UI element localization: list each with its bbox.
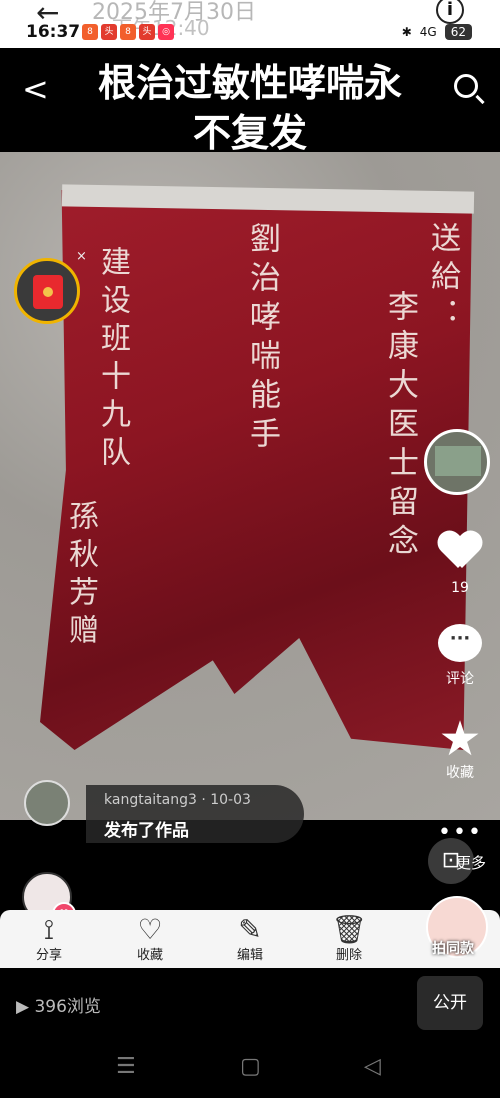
banner-text: 建设班十九队 — [95, 246, 130, 474]
red-packet-button[interactable] — [14, 258, 80, 324]
top-header: < 根治过敏性哮喘永 不复发 — [0, 48, 500, 155]
info-icon: i — [436, 0, 464, 24]
red-envelope-icon — [33, 275, 63, 309]
back-nav-icon[interactable]: ◁ — [364, 1054, 381, 1079]
publisher-username: kangtaitang3 · 10-03 — [104, 792, 251, 808]
comment-button[interactable]: ··· 评论 — [430, 624, 490, 688]
banner-text: 李康大医士留念 — [382, 290, 418, 563]
like-button[interactable]: 19 — [430, 532, 490, 596]
views-count: ▶ 396浏览 — [16, 997, 101, 1017]
status-bar: ← 2025年7月30日 下午12:40 i 16:37 8 头 8 头 ◎ ✱… — [0, 0, 500, 48]
back-icon[interactable]: < — [22, 70, 49, 108]
page-title-line2: 不复发 — [192, 111, 307, 155]
close-icon[interactable]: × — [76, 249, 87, 264]
app-icon: 8 — [120, 24, 136, 40]
bluetooth-icon: ✱ — [401, 25, 412, 39]
views-text: 396浏览 — [34, 997, 101, 1017]
notification-icons: 8 头 8 头 ◎ — [82, 24, 174, 40]
home-icon[interactable]: ▢ — [240, 1054, 261, 1079]
signal-icon: 4G — [419, 25, 437, 39]
banner-text: 孫秋芳赠 — [63, 500, 98, 652]
share-label: 分享 — [35, 948, 62, 963]
star-icon: ★ — [438, 711, 482, 767]
comment-label: 评论 — [446, 671, 474, 687]
share-button[interactable]: ⟟ 分享 — [14, 910, 84, 963]
collect-button[interactable]: ★ 收藏 — [430, 711, 490, 782]
banner-text: 送給： — [425, 222, 460, 336]
more-label: 更多 — [456, 854, 487, 872]
action-bar: ⟟ 分享 ♡ 收藏 ✎ 编辑 🗑 删除 更多 — [0, 908, 500, 968]
edit-label: 编辑 — [236, 948, 263, 963]
comment-icon: ··· — [438, 624, 482, 662]
app-icon: ◎ — [158, 24, 174, 40]
publish-text: 发布了作品 — [104, 821, 189, 841]
same-style-label[interactable]: 拍同款 — [432, 938, 474, 958]
delete-label: 删除 — [335, 948, 362, 963]
public-button[interactable]: 公开 — [417, 976, 483, 1030]
like-count: 19 — [451, 580, 469, 596]
page-title: 根治过敏性哮喘永 — [97, 61, 402, 105]
app-icon: 8 — [82, 24, 98, 40]
status-right: ✱ 4G 62 — [402, 24, 472, 40]
news-icon: 头 — [139, 24, 155, 40]
favorite-label: 收藏 — [136, 948, 163, 963]
favorite-button[interactable]: ♡ 收藏 — [115, 910, 185, 963]
edit-button[interactable]: ✎ 编辑 — [215, 910, 285, 963]
publisher-avatar[interactable] — [24, 780, 70, 826]
system-nav-bar: ☰ ▢ ◁ — [0, 1040, 500, 1098]
battery-icon: 62 — [444, 24, 472, 40]
status-time: 16:37 — [26, 22, 81, 42]
news-icon: 头 — [101, 24, 117, 40]
delete-button[interactable]: 🗑 删除 — [314, 910, 384, 963]
banner-text: 劉治哮喘能手 — [244, 222, 280, 456]
heart-icon — [438, 532, 482, 572]
search-icon[interactable] — [454, 74, 478, 98]
menu-icon[interactable]: ☰ — [116, 1054, 136, 1079]
author-avatar[interactable] — [424, 429, 490, 495]
